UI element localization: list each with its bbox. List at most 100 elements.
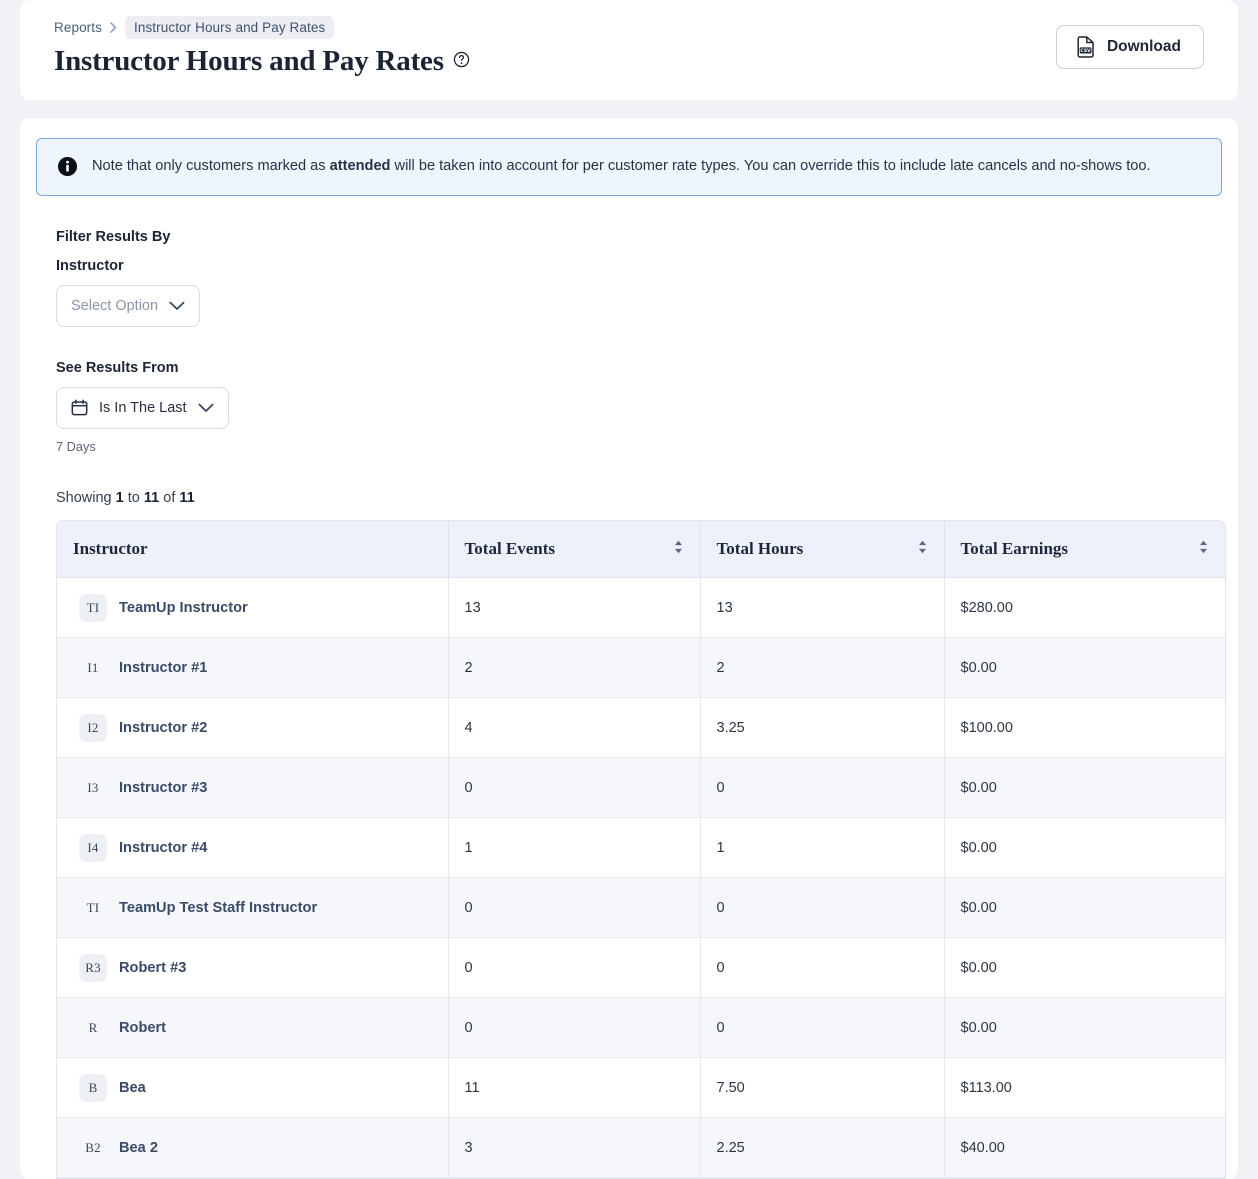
cell-instructor: TI TeamUp Test Staff Instructor	[57, 878, 448, 938]
question-circle-icon[interactable]	[453, 51, 470, 73]
instructor-link[interactable]: TeamUp Instructor	[119, 600, 248, 616]
avatar: R3	[79, 954, 107, 982]
cell-total-hours: 13	[700, 578, 944, 638]
cell-instructor: I2Instructor #2	[57, 698, 448, 758]
cell-total-earnings: $280.00	[944, 578, 1225, 638]
table-row: R3Robert #300$0.00	[57, 938, 1225, 998]
cell-total-events: 0	[448, 758, 700, 818]
sort-updown-icon[interactable]	[1198, 539, 1209, 559]
info-text-bold: attended	[330, 158, 391, 174]
cell-total-hours: 2	[700, 638, 944, 698]
cell-instructor: I4 Instructor #4	[57, 818, 448, 878]
table-header-label: Instructor	[73, 539, 148, 559]
cell-total-hours: 1	[700, 818, 944, 878]
cell-instructor: B Bea	[57, 1058, 448, 1118]
avatar: TI	[79, 594, 107, 622]
instructor-select[interactable]: Select Option	[56, 285, 200, 327]
table-header-total-hours[interactable]: Total Hours	[700, 521, 944, 578]
showing-total: 11	[179, 490, 194, 506]
breadcrumb-current: Instructor Hours and Pay Rates	[125, 16, 334, 39]
table-row: I4Instructor #411$0.00	[57, 818, 1225, 878]
table-row: I1Instructor #122$0.00	[57, 638, 1225, 698]
sort-updown-icon[interactable]	[673, 539, 684, 559]
instructor-link[interactable]: Bea 2	[119, 1140, 158, 1156]
table-header-total-earnings[interactable]: Total Earnings	[944, 521, 1225, 578]
instructor-link[interactable]: Instructor #3	[119, 780, 207, 796]
info-banner: Note that only customers marked as atten…	[36, 138, 1222, 196]
instructor-link[interactable]: Bea	[119, 1080, 146, 1096]
cell-total-earnings: $0.00	[944, 758, 1225, 818]
instructor-link[interactable]: Instructor #1	[119, 660, 207, 676]
cell-total-earnings: $40.00	[944, 1118, 1225, 1178]
cell-total-earnings: $113.00	[944, 1058, 1225, 1118]
avatar: B2	[79, 1134, 107, 1162]
download-button[interactable]: CSV Download	[1056, 25, 1204, 69]
results-count: Showing 1 to 11 of 11	[56, 490, 1202, 506]
showing-of: of	[159, 490, 179, 506]
cell-instructor: I3 Instructor #3	[57, 758, 448, 818]
cell-total-events: 3	[448, 1118, 700, 1178]
calendar-icon	[71, 399, 88, 416]
report-page: Reports Instructor Hours and Pay Rates I…	[0, 0, 1258, 1179]
table-row: B2 Bea 2 32.25$40.00	[57, 1118, 1225, 1178]
table-row: I2Instructor #243.25$100.00	[57, 698, 1225, 758]
info-text-after: will be taken into account for per custo…	[390, 158, 1150, 174]
avatar: I3	[79, 774, 107, 802]
table-row: TITeamUp Test Staff Instructor00$0.00	[57, 878, 1225, 938]
cell-total-events: 0	[448, 938, 700, 998]
avatar: TI	[79, 894, 107, 922]
chevron-down-icon	[169, 301, 185, 311]
instructor-field-label: Instructor	[56, 258, 1202, 274]
cell-total-earnings: $0.00	[944, 638, 1225, 698]
cell-total-hours: 7.50	[700, 1058, 944, 1118]
table-header-instructor: Instructor	[57, 521, 448, 578]
showing-from: 1	[116, 490, 124, 506]
cell-total-hours: 0	[700, 998, 944, 1058]
filters-section: Filter Results By Instructor Select Opti…	[36, 229, 1222, 506]
date-range-sub-note: 7 Days	[56, 439, 1202, 454]
cell-instructor: B2 Bea 2	[57, 1118, 448, 1178]
avatar: I1	[79, 654, 107, 682]
breadcrumb: Reports Instructor Hours and Pay Rates	[54, 16, 1204, 38]
cell-total-hours: 3.25	[700, 698, 944, 758]
svg-text:CSV: CSV	[1080, 48, 1091, 54]
table-header-label: Total Events	[465, 539, 556, 559]
page-header-card: Reports Instructor Hours and Pay Rates I…	[20, 0, 1238, 100]
instructor-link[interactable]: Robert #3	[119, 960, 186, 976]
cell-total-events: 0	[448, 998, 700, 1058]
info-banner-text: Note that only customers marked as atten…	[92, 157, 1151, 176]
breadcrumb-link-reports[interactable]: Reports	[54, 20, 102, 35]
instructor-link[interactable]: Instructor #4	[119, 840, 207, 856]
table-row: RRobert00$0.00	[57, 998, 1225, 1058]
table-row: I3Instructor #300$0.00	[57, 758, 1225, 818]
cell-instructor: I1 Instructor #1	[57, 638, 448, 698]
cell-total-hours: 0	[700, 878, 944, 938]
avatar: I4	[79, 834, 107, 862]
sort-updown-icon[interactable]	[917, 539, 928, 559]
cell-total-hours: 0	[700, 758, 944, 818]
instructor-link[interactable]: Instructor #2	[119, 720, 207, 736]
date-range-select[interactable]: Is In The Last	[56, 387, 229, 429]
chevron-down-icon	[198, 403, 214, 413]
instructor-link[interactable]: Robert	[119, 1020, 166, 1036]
cell-total-events: 4	[448, 698, 700, 758]
table-row: TITeamUp Instructor1313$280.00	[57, 578, 1225, 638]
table-header-row: Instructor Total Events Total HoursTotal E…	[57, 521, 1225, 578]
table-row: B Bea 117.50$113.00	[57, 1058, 1225, 1118]
cell-total-events: 11	[448, 1058, 700, 1118]
cell-total-earnings: $100.00	[944, 698, 1225, 758]
cell-instructor: RRobert	[57, 998, 448, 1058]
cell-total-events: 1	[448, 818, 700, 878]
cell-total-hours: 2.25	[700, 1118, 944, 1178]
info-circle-icon	[57, 156, 78, 177]
instructor-link[interactable]: TeamUp Test Staff Instructor	[119, 900, 317, 916]
avatar: B	[79, 1074, 107, 1102]
cell-total-earnings: $0.00	[944, 938, 1225, 998]
cell-total-hours: 0	[700, 938, 944, 998]
cell-instructor: R3 Robert #3	[57, 938, 448, 998]
date-range-value: Is In The Last	[99, 400, 187, 416]
info-text-before: Note that only customers marked as	[92, 158, 330, 174]
table-header-total-events[interactable]: Total Events	[448, 521, 700, 578]
cell-instructor: TI TeamUp Instructor	[57, 578, 448, 638]
table-body: TITeamUp Instructor1313$280.00I1Instruct…	[57, 578, 1225, 1178]
